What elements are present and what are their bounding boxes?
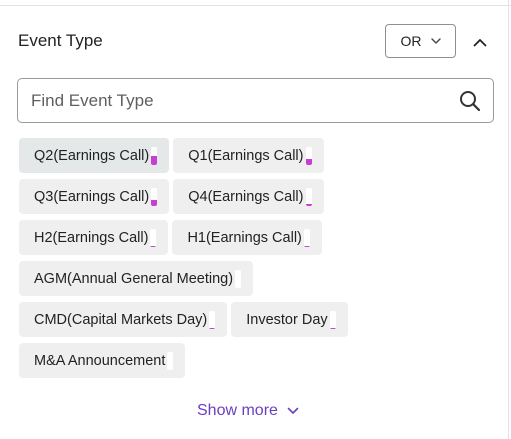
search-box [17, 78, 494, 123]
right-divider [508, 0, 509, 439]
event-type-chips: Q2(Earnings Call) Q1(Earnings Call) Q3(E… [19, 138, 489, 384]
show-more-link[interactable]: Show more [197, 399, 299, 423]
chip-h2-earnings-call[interactable]: H2(Earnings Call) [19, 220, 169, 255]
chip-h1-earnings-call[interactable]: H1(Earnings Call) [172, 220, 322, 255]
collapse-button[interactable] [468, 30, 492, 54]
chip-level-bar [151, 147, 158, 165]
chip-label: Q2(Earnings Call) [34, 147, 150, 164]
chip-q2-earnings-call[interactable]: Q2(Earnings Call) [19, 138, 170, 173]
chip-row: Q2(Earnings Call) Q1(Earnings Call) [19, 138, 489, 173]
search-icon [460, 91, 481, 112]
chip-label: AGM(Annual General Meeting) [34, 270, 234, 287]
chip-level-bar [235, 270, 242, 288]
chip-m-and-a-announcement[interactable]: M&A Announcement [19, 343, 186, 378]
search-button[interactable] [457, 88, 483, 114]
chip-label: Q3(Earnings Call) [34, 188, 150, 205]
chip-label: Q1(Earnings Call) [188, 147, 304, 164]
chip-label: H1(Earnings Call) [187, 229, 302, 246]
chip-level-bar [209, 311, 216, 329]
chevron-down-icon [430, 38, 441, 44]
chip-q4-earnings-call[interactable]: Q4(Earnings Call) [173, 179, 324, 214]
chip-level-bar [305, 188, 312, 206]
filter-title: Event Type [18, 31, 103, 50]
chevron-down-icon [287, 407, 299, 414]
chip-cmd[interactable]: CMD(Capital Markets Day) [19, 302, 228, 337]
chip-level-bar [303, 229, 310, 247]
chip-label: H2(Earnings Call) [34, 229, 149, 246]
chip-level-bar [305, 147, 312, 165]
chip-q1-earnings-call[interactable]: Q1(Earnings Call) [173, 138, 324, 173]
chip-row: H2(Earnings Call) H1(Earnings Call) [19, 220, 489, 255]
chip-investor-day[interactable]: Investor Day [231, 302, 348, 337]
operator-label: OR [400, 33, 422, 49]
chip-row: Q3(Earnings Call) Q4(Earnings Call) [19, 179, 489, 214]
chip-q3-earnings-call[interactable]: Q3(Earnings Call) [19, 179, 170, 214]
chip-level-bar [151, 188, 158, 206]
chip-row: CMD(Capital Markets Day) Investor Day [19, 302, 489, 337]
chip-level-bar [150, 229, 157, 247]
top-divider [0, 5, 511, 6]
chip-row: M&A Announcement [19, 343, 489, 378]
chip-level-bar [329, 311, 336, 329]
show-more-label: Show more [197, 402, 278, 419]
operator-dropdown[interactable]: OR [385, 24, 456, 58]
chip-label: CMD(Capital Markets Day) [34, 311, 208, 328]
chip-label: Investor Day [246, 311, 328, 328]
chip-agm[interactable]: AGM(Annual General Meeting) [19, 261, 254, 296]
search-input[interactable] [31, 79, 431, 122]
chip-label: Q4(Earnings Call) [188, 188, 304, 205]
chip-row: AGM(Annual General Meeting) [19, 261, 489, 296]
filter-header: Event Type OR [18, 24, 496, 60]
chip-label: M&A Announcement [34, 352, 166, 369]
chevron-up-icon [473, 38, 487, 46]
chip-level-bar [167, 352, 174, 370]
